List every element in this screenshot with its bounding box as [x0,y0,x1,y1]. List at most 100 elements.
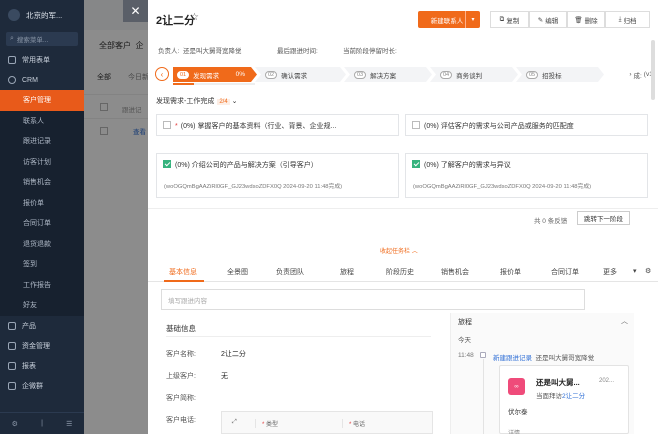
sidebar-sub-orders[interactable]: 合同订单 [0,213,84,234]
tab-quotes[interactable]: 报价单 [500,267,521,277]
next-stage-button[interactable]: 跳转下一阶段 [577,211,630,225]
task-item[interactable]: * (0%) 掌握客户的基本资料（行业、背景、企业规... [156,114,399,136]
field-label: 客户名称: [166,351,196,358]
modal-overlay[interactable] [84,0,148,434]
tab-more[interactable]: 更多 [603,267,617,277]
tab-team[interactable]: 负责团队 [276,267,304,277]
sidebar-sub-contacts[interactable]: 联系人 [0,110,84,131]
sidebar-item-forms[interactable]: 常用表单 [0,50,84,70]
sidebar-item-label: 报表 [22,362,36,370]
journey-panel: 旅程 ︿ 今天 11:48 新建跟进记录 还是叫大舅哥宽降觉 ∞ 还是叫大舅..… [450,313,634,434]
tab-opportunities[interactable]: 销售机会 [441,267,469,277]
followup-card[interactable]: ∞ 还是叫大舅... 202... 当面拜访2让二分 伏尔泰 详情 [499,365,629,434]
close-drawer-button[interactable]: ✕ [123,0,148,22]
tab-orders[interactable]: 合同订单 [551,267,579,277]
tab-panorama[interactable]: 全景图 [227,267,248,277]
sidebar-sub-quotes[interactable]: 报价单 [0,192,84,213]
sidebar-sub-refunds[interactable]: 退货退款 [0,233,84,254]
sidebar-item-label: CRM [22,76,38,84]
tab-stage-history[interactable]: 阶段历史 [386,267,414,277]
task-item[interactable]: (0%) 介绍公司的产品与解决方案（引导客户） (woOGQmBgAAZiRl0… [156,153,399,198]
sidebar-item-products[interactable]: 产品 [0,316,84,336]
last-followup-meta: 最后跟进时间: [277,48,318,55]
stage-back-icon[interactable]: ‹ [155,67,169,81]
feedback-link[interactable]: 共 0 条反馈 [534,215,567,225]
close-icon: ✕ [130,4,141,18]
task-checkbox-checked[interactable] [163,160,171,168]
task-completion-note: (woOGQmBgAAZiRl0GF_GJ23wdsoZDFX0Q 2024-0… [413,184,592,190]
field-label: 客户简称: [166,395,196,402]
new-contact-dropdown[interactable]: ▾ [465,11,480,28]
sidebar-sub-friends[interactable]: 好友 [0,295,84,316]
menu-search-placeholder: 搜索菜单... [16,37,49,44]
collapse-tasks-toggle[interactable]: 收起任务栏 ︿ [380,246,418,255]
sidebar-footer: ⚙ | ☰ [0,412,84,434]
product-icon [8,321,16,330]
org-header[interactable]: 北京的军... [0,0,84,30]
sidebar-item-wecom-group[interactable]: 企微群 [0,376,84,396]
edit-button[interactable]: ✎ 编辑 [529,11,567,28]
tab-journey[interactable]: 旅程 [340,267,354,277]
stage-progress-fill [173,83,194,85]
stage-negotiation[interactable]: 04 商务谈判 [430,67,518,82]
form-divider [166,336,431,337]
sidebar: 北京的军... ⌕ 搜索菜单... 常用表单 CRM 客户管理 联系人 跟进记录… [0,0,84,434]
task-item[interactable]: (0%) 评估客户的需求与公司产品或服务的匹配度 [405,114,648,136]
copy-icon: ⧉ [499,15,505,23]
stage-confirm-needs[interactable]: 02 确认需求 [255,67,346,82]
sidebar-sub-followups[interactable]: 跟进记录 [0,131,84,152]
stage-discover-needs[interactable]: 01 发现需求 0% [173,67,257,82]
chevron-up-icon[interactable]: ︿ [621,316,628,326]
archive-icon: ⤓ [618,15,622,23]
phone-number-column: * 电话 [342,419,365,428]
task-checkbox-checked[interactable] [412,160,420,168]
more-dropdown-icon[interactable]: ▾ [633,267,637,275]
delete-button[interactable]: 🗑 删除 [567,11,605,28]
sidebar-sub-visit-plan[interactable]: 访客计划 [0,151,84,172]
field-value-parent-customer: 无 [221,373,228,380]
sidebar-sub-opportunities[interactable]: 销售机会 [0,172,84,193]
timeline-event: 新建跟进记录 还是叫大舅哥宽降觉 [493,355,595,362]
stage-bidding[interactable]: 05 招投标 [516,67,604,82]
favorite-star-icon[interactable]: ☆ [190,12,199,23]
tab-basic-info[interactable]: 基本信息 [169,267,197,277]
archive-button[interactable]: ⤓ 归档 [605,11,650,28]
sidebar-item-reports[interactable]: 报表 [0,356,84,376]
sidebar-item-label: 产品 [22,322,36,330]
sidebar-item-crm[interactable]: CRM [0,70,84,90]
task-item[interactable]: (0%) 了解客户的需求与异议 (woOGQmBgAAZiRl0GF_GJ23w… [405,153,648,198]
sidebar-sub-customer-mgmt[interactable]: 客户管理 [0,90,84,111]
task-section-title: 发现需求-工作完成 2/4 ⌄ [156,98,238,105]
sidebar-item-label: 常用表单 [22,57,50,64]
phone-type-column: * 类型 [255,419,278,428]
delete-icon: 🗑 [574,16,583,24]
form-section-title: 基础信息 [166,324,196,333]
tab-settings-icon[interactable]: ⚙ [645,267,651,275]
field-value-customer-name: 2让二分 [221,351,246,358]
sidebar-divider: | [41,420,43,427]
collapse-menu-icon[interactable]: ☰ [66,420,72,428]
menu-search[interactable]: ⌕ 搜索菜单... [6,32,78,46]
sidebar-sub-checkin[interactable]: 签到 [0,254,84,275]
stage-duration-meta: 当前阶段停留时长: [343,48,397,55]
chevron-down-icon[interactable]: ⌄ [232,98,238,105]
active-tab-indicator [164,280,204,282]
drawer-scrollbar[interactable] [651,40,655,100]
chevron-down-icon: ▾ [471,17,475,23]
task-checkbox[interactable] [163,121,171,129]
settings-icon[interactable]: ⚙ [12,420,18,428]
owner-meta: 负责人: 还是叫大舅哥宽降觉 [158,48,242,55]
sidebar-item-label: 企微群 [22,382,43,390]
expand-icon[interactable]: ⤢ [232,419,237,426]
task-checkbox[interactable] [412,121,420,129]
phone-table: ⤢ * 类型 * 电话 [221,411,433,434]
followup-note-input[interactable]: 填写跟进内容 [161,289,585,310]
sidebar-item-label: 资金管理 [22,342,50,350]
sidebar-item-funds[interactable]: 资金管理 [0,336,84,356]
copy-button[interactable]: ⧉ 复制 [490,11,529,28]
stage-solution[interactable]: 03 解决方案 [344,67,432,82]
sidebar-sub-reports[interactable]: 工作报告 [0,274,84,295]
journey-title: 旅程 [458,319,472,326]
edit-icon: ✎ [537,16,544,24]
card-detail-link[interactable]: 详情 [508,428,520,434]
